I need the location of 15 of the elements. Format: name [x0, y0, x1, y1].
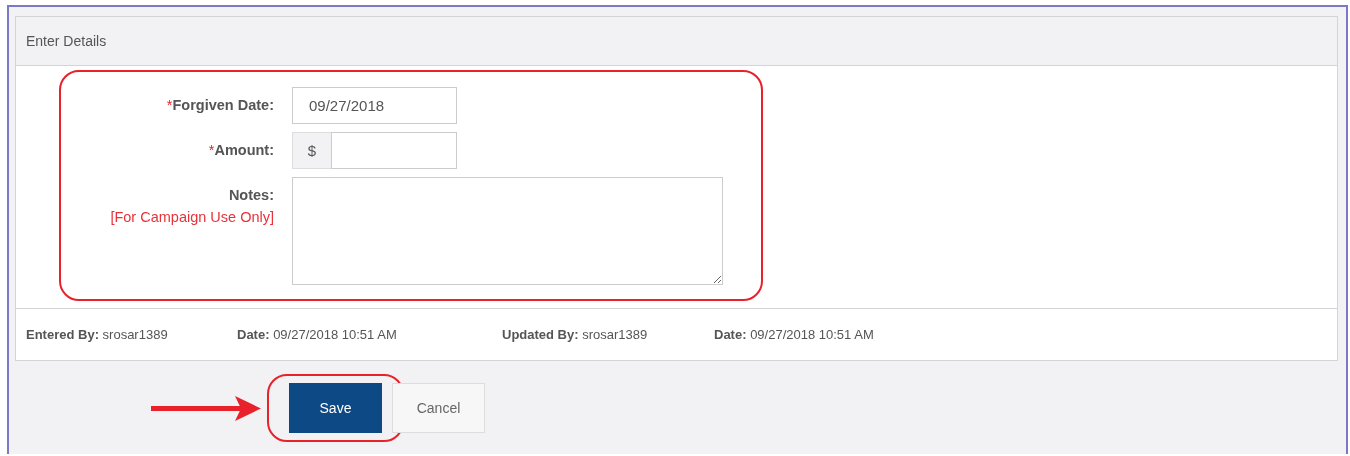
- audit-info: Entered By: srosar1389: [26, 327, 169, 342]
- field-label: *Amount:: [208, 142, 274, 158]
- notes-field[interactable]: [292, 177, 723, 285]
- audit-info: Date: 09/27/2018 10:51 AM: [714, 327, 874, 342]
- section-title: Enter Details: [26, 33, 107, 49]
- amount-field[interactable]: [331, 132, 457, 169]
- field-label: Notes:: [228, 187, 274, 203]
- audit-info: Updated By: srosar1389: [502, 327, 649, 342]
- currency-addon: $: [292, 132, 331, 169]
- save-button[interactable]: Save: [289, 383, 382, 433]
- date-field[interactable]: 09/27/2018: [292, 87, 457, 124]
- audit-info: Date: 09/27/2018 10:51 AM: [237, 327, 398, 342]
- field-label: *Forgiven Date:: [166, 97, 274, 113]
- field-note: [For Campaign Use Only]: [110, 209, 274, 225]
- cancel-button[interactable]: Cancel: [392, 383, 485, 433]
